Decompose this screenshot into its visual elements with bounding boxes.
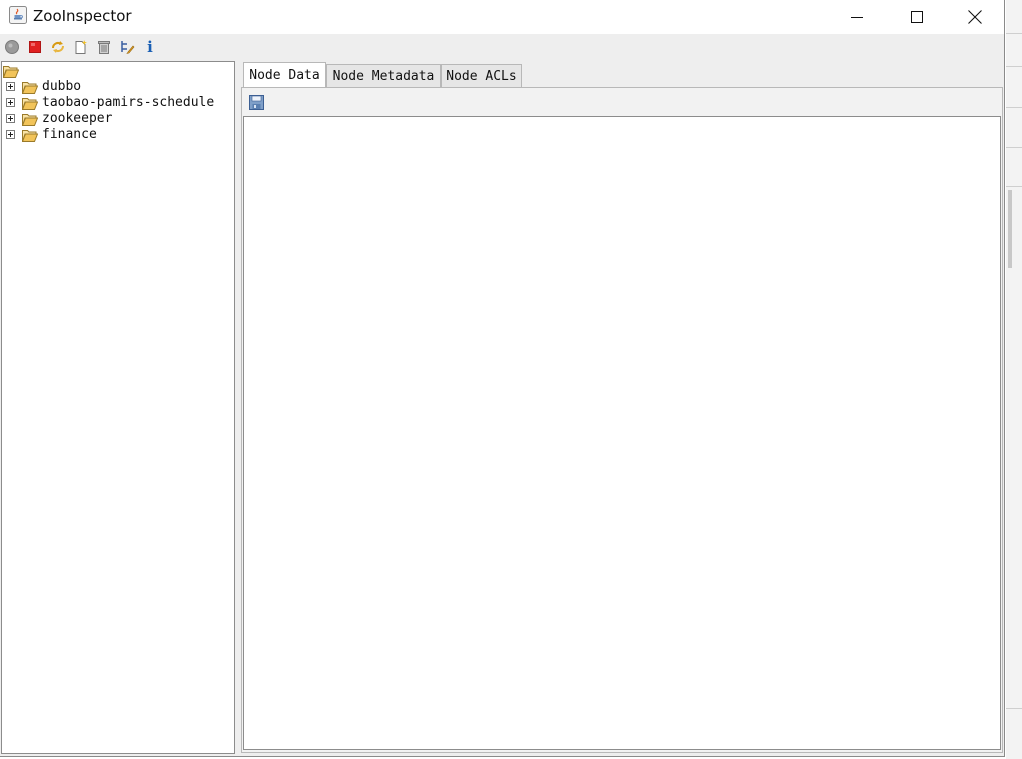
folder-icon [22, 114, 38, 126]
disconnect-icon [29, 41, 41, 53]
minimize-icon [851, 17, 863, 18]
zooinspector-window: ZooInspector i dubbo taobao-pamirs-sched… [0, 0, 1005, 757]
title-bar[interactable]: ZooInspector [0, 0, 1004, 34]
info-icon: i [147, 38, 153, 56]
tab-node-metadata[interactable]: Node Metadata [326, 64, 441, 87]
app-root: ZooInspector i dubbo taobao-pamirs-sched… [0, 0, 1022, 759]
refresh-button[interactable] [49, 38, 67, 56]
about-button[interactable]: i [141, 38, 159, 56]
minimize-button[interactable] [828, 0, 886, 34]
folder-icon [22, 82, 38, 94]
viewer-tabs: Node Data Node Metadata Node ACLs [243, 62, 1003, 88]
node-data-textarea[interactable] [243, 116, 1001, 750]
tree-root[interactable] [2, 63, 234, 79]
toolbar: i [0, 35, 1004, 59]
disconnect-button[interactable] [26, 38, 44, 56]
add-node-icon [75, 40, 87, 54]
maximize-button[interactable] [888, 0, 946, 34]
expand-icon[interactable] [6, 82, 15, 91]
refresh-icon [52, 41, 64, 53]
node-tree[interactable]: dubbo taobao-pamirs-schedule zookeeper f… [1, 61, 235, 754]
tree-node-label[interactable]: dubbo [42, 79, 81, 95]
save-button[interactable] [248, 94, 264, 110]
close-icon [968, 10, 982, 24]
tab-node-acls[interactable]: Node ACLs [441, 64, 522, 87]
tree-node-label[interactable]: zookeeper [42, 111, 112, 127]
add-node-button[interactable] [72, 38, 90, 56]
tree-node[interactable]: taobao-pamirs-schedule [2, 95, 234, 111]
expand-icon[interactable] [6, 130, 15, 139]
open-folder-icon [3, 66, 19, 78]
tab-label: Node Metadata [332, 68, 435, 84]
tree-node-label[interactable]: taobao-pamirs-schedule [42, 95, 214, 111]
node-data-tab-panel [241, 87, 1003, 753]
tab-label: Node Data [249, 68, 320, 83]
tree-node[interactable]: zookeeper [2, 111, 234, 127]
delete-node-button[interactable] [95, 38, 113, 56]
node-viewers-button[interactable] [118, 38, 136, 56]
tree-node[interactable]: dubbo [2, 79, 234, 95]
node-viewers-icon [121, 41, 135, 54]
connect-button[interactable] [3, 38, 21, 56]
delete-node-icon [98, 41, 110, 54]
java-app-icon [9, 6, 27, 24]
node-viewer-panel: Node Data Node Metadata Node ACLs [241, 61, 1004, 754]
folder-icon [22, 130, 38, 142]
background-scrollbar [1008, 190, 1012, 268]
expand-icon[interactable] [6, 114, 15, 123]
maximize-icon [911, 11, 923, 23]
connect-icon [5, 40, 19, 54]
tab-label: Node ACLs [446, 68, 517, 84]
tree-node[interactable]: finance [2, 127, 234, 143]
tab-node-data[interactable]: Node Data [243, 62, 326, 88]
window-title: ZooInspector [33, 7, 132, 25]
background-window-edge [1006, 0, 1022, 759]
close-button[interactable] [946, 0, 1004, 34]
expand-icon[interactable] [6, 98, 15, 107]
save-icon [248, 94, 264, 110]
tree-node-label[interactable]: finance [42, 127, 97, 143]
folder-icon [22, 98, 38, 110]
